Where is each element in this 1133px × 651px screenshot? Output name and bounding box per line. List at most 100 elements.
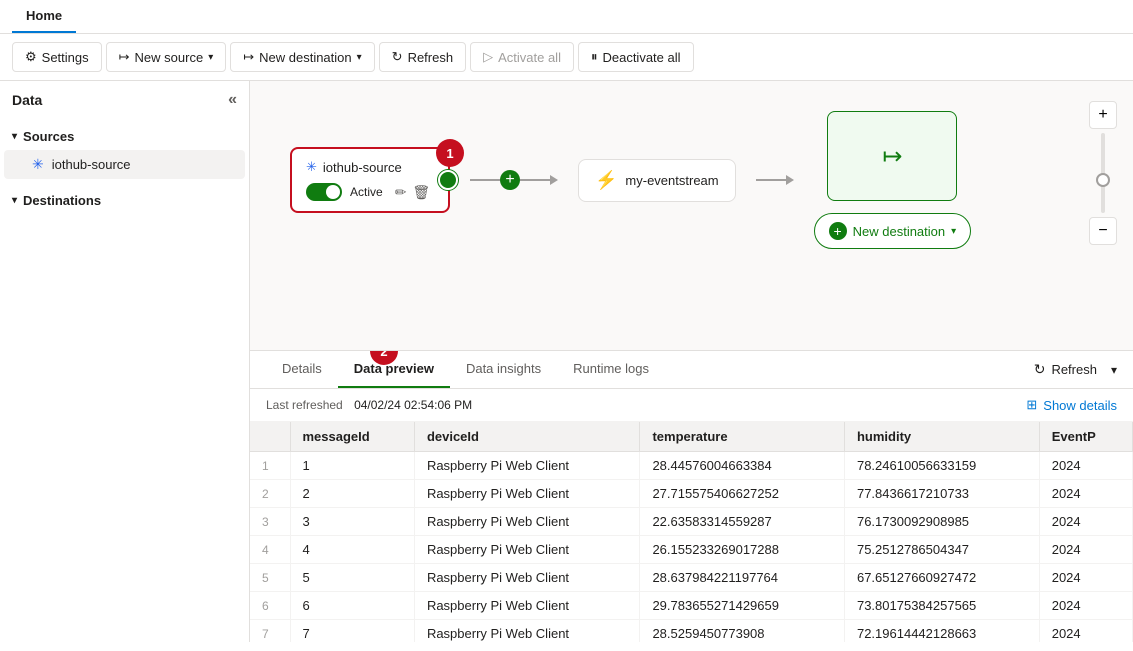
activate-all-label: Activate all — [498, 50, 561, 65]
last-refreshed-info: Last refreshed 04/02/24 02:54:06 PM — [266, 398, 472, 412]
zoom-slider-thumb[interactable] — [1096, 173, 1110, 187]
zoom-slider-track — [1101, 133, 1105, 213]
new-source-chevron: ▾ — [208, 52, 213, 63]
table-cell: 78.24610056633159 — [844, 452, 1039, 480]
refresh-label: Refresh — [408, 50, 454, 65]
row-number: 6 — [250, 592, 290, 620]
destination-area: ↦ + New destination ▾ — [814, 111, 972, 249]
table-cell: 2024 — [1039, 592, 1132, 620]
sidebar-title: Data — [12, 92, 42, 108]
table-row: 33Raspberry Pi Web Client22.635833145592… — [250, 508, 1133, 536]
source-node-icon: ✳ — [32, 156, 44, 173]
flow-container: ✳ iothub-source Active ✏ 🗑 — [250, 81, 1133, 279]
table-cell: 72.19614442128663 — [844, 620, 1039, 643]
table-cell: 2024 — [1039, 564, 1132, 592]
table-cell: Raspberry Pi Web Client — [414, 564, 640, 592]
col-header-eventp[interactable]: EventP — [1039, 422, 1132, 452]
table-row: 66Raspberry Pi Web Client29.783655271429… — [250, 592, 1133, 620]
main-layout: Data « ▾ Sources ✳ iothub-source ▾ Desti… — [0, 81, 1133, 642]
canvas-area: ✳ iothub-source Active ✏ 🗑 — [250, 81, 1133, 351]
table-cell: Raspberry Pi Web Client — [414, 480, 640, 508]
settings-button[interactable]: ⚙ Settings — [12, 42, 102, 72]
table-row: 77Raspberry Pi Web Client28.525945077390… — [250, 620, 1133, 643]
sidebar-collapse-button[interactable]: « — [228, 91, 237, 109]
table-cell: Raspberry Pi Web Client — [414, 452, 640, 480]
table-cell: 2024 — [1039, 536, 1132, 564]
source-node-wrapper: ✳ iothub-source Active ✏ 🗑 — [290, 147, 450, 213]
sidebar: Data « ▾ Sources ✳ iothub-source ▾ Desti… — [0, 81, 250, 642]
sidebar-sources-header[interactable]: ▾ Sources — [0, 123, 249, 150]
active-toggle[interactable] — [306, 183, 342, 201]
delete-source-button[interactable]: 🗑 — [412, 184, 430, 201]
table-cell: 28.44576004663384 — [640, 452, 845, 480]
row-number: 7 — [250, 620, 290, 643]
arrow-connector-1: + — [470, 170, 558, 190]
new-destination-chevron: ▾ — [357, 52, 362, 63]
new-destination-button[interactable]: ↦ New destination ▾ — [230, 42, 374, 72]
toolbar: ⚙ Settings ↦ New source ▾ ↦ New destinat… — [0, 34, 1133, 81]
deactivate-all-button[interactable]: ⏸ Deactivate all — [578, 42, 694, 72]
table-cell: 5 — [290, 564, 414, 592]
arrow-line-3 — [756, 179, 786, 181]
connection-dot — [438, 170, 458, 190]
callout-1: 1 — [436, 139, 464, 167]
table-cell: 2024 — [1039, 508, 1132, 536]
table-cell: Raspberry Pi Web Client — [414, 536, 640, 564]
tab-runtime-logs[interactable]: Runtime logs — [557, 351, 665, 388]
activate-all-button[interactable]: ▷ Activate all — [470, 42, 574, 72]
source-node: ✳ iothub-source Active ✏ 🗑 — [290, 147, 450, 213]
table-cell: 27.715575406627252 — [640, 480, 845, 508]
table-cell: 22.63583314559287 — [640, 508, 845, 536]
activate-icon: ▷ — [483, 49, 493, 65]
panel-refresh-button[interactable]: ↻ Refresh ▾ — [1034, 361, 1117, 378]
show-details-button[interactable]: ⊞ Show details — [1026, 397, 1117, 413]
sidebar-item-iothub-source[interactable]: ✳ iothub-source — [4, 150, 245, 179]
zoom-in-button[interactable]: + — [1089, 101, 1117, 129]
edit-source-button[interactable]: ✏ — [395, 184, 407, 201]
tab-details[interactable]: Details — [266, 351, 338, 388]
add-connector-button[interactable]: + — [500, 170, 520, 190]
new-destination-canvas-button[interactable]: + New destination ▾ — [814, 213, 972, 249]
bottom-panel: 2 Details Data preview Data insights Run… — [250, 351, 1133, 642]
eventstream-node[interactable]: ⚡ my-eventstream — [578, 159, 736, 202]
col-header-deviceId[interactable]: deviceId — [414, 422, 640, 452]
table-cell: 2024 — [1039, 620, 1132, 643]
refresh-button[interactable]: ↻ Refresh — [379, 42, 466, 72]
sidebar-sources-section: ▾ Sources ✳ iothub-source — [0, 119, 249, 183]
settings-label: Settings — [42, 50, 89, 65]
table-cell: 28.5259450773908 — [640, 620, 845, 643]
data-table: messageId deviceId temperature humidity … — [250, 422, 1133, 642]
last-refreshed-label: Last refreshed — [266, 398, 343, 412]
arrow-connector-2 — [756, 175, 794, 185]
col-header-temperature[interactable]: temperature — [640, 422, 845, 452]
table-row: 44Raspberry Pi Web Client26.155233269017… — [250, 536, 1133, 564]
sidebar-destinations-section: ▾ Destinations — [0, 183, 249, 218]
tab-data-insights[interactable]: Data insights — [450, 351, 557, 388]
table-cell: 26.155233269017288 — [640, 536, 845, 564]
new-dest-label: New destination — [853, 224, 946, 239]
new-dest-chevron-icon: ▾ — [951, 226, 956, 237]
new-source-button[interactable]: ↦ New source ▾ — [106, 42, 227, 72]
eventstream-name: my-eventstream — [625, 173, 718, 188]
col-header-messageId[interactable]: messageId — [290, 422, 414, 452]
table-cell: 29.783655271429659 — [640, 592, 845, 620]
panel-expand-icon[interactable]: ▾ — [1111, 363, 1117, 377]
table-cell: 1 — [290, 452, 414, 480]
row-number: 4 — [250, 536, 290, 564]
row-number: 1 — [250, 452, 290, 480]
new-destination-icon: ↦ — [243, 49, 254, 65]
new-dest-plus-icon: + — [829, 222, 847, 240]
table-cell: Raspberry Pi Web Client — [414, 592, 640, 620]
table-cell: 67.65127660927472 — [844, 564, 1039, 592]
content-area: ✳ iothub-source Active ✏ 🗑 — [250, 81, 1133, 642]
deactivate-icon: ⏸ — [591, 49, 598, 65]
table-cell: 2024 — [1039, 480, 1132, 508]
col-header-humidity[interactable]: humidity — [844, 422, 1039, 452]
zoom-out-button[interactable]: − — [1089, 217, 1117, 245]
tab-home[interactable]: Home — [12, 0, 76, 33]
table-cell: 76.1730092908985 — [844, 508, 1039, 536]
data-table-wrapper: messageId deviceId temperature humidity … — [250, 422, 1133, 642]
table-cell: 6 — [290, 592, 414, 620]
eventstream-icon: ⚡ — [595, 170, 617, 191]
sidebar-destinations-header[interactable]: ▾ Destinations — [0, 187, 249, 214]
